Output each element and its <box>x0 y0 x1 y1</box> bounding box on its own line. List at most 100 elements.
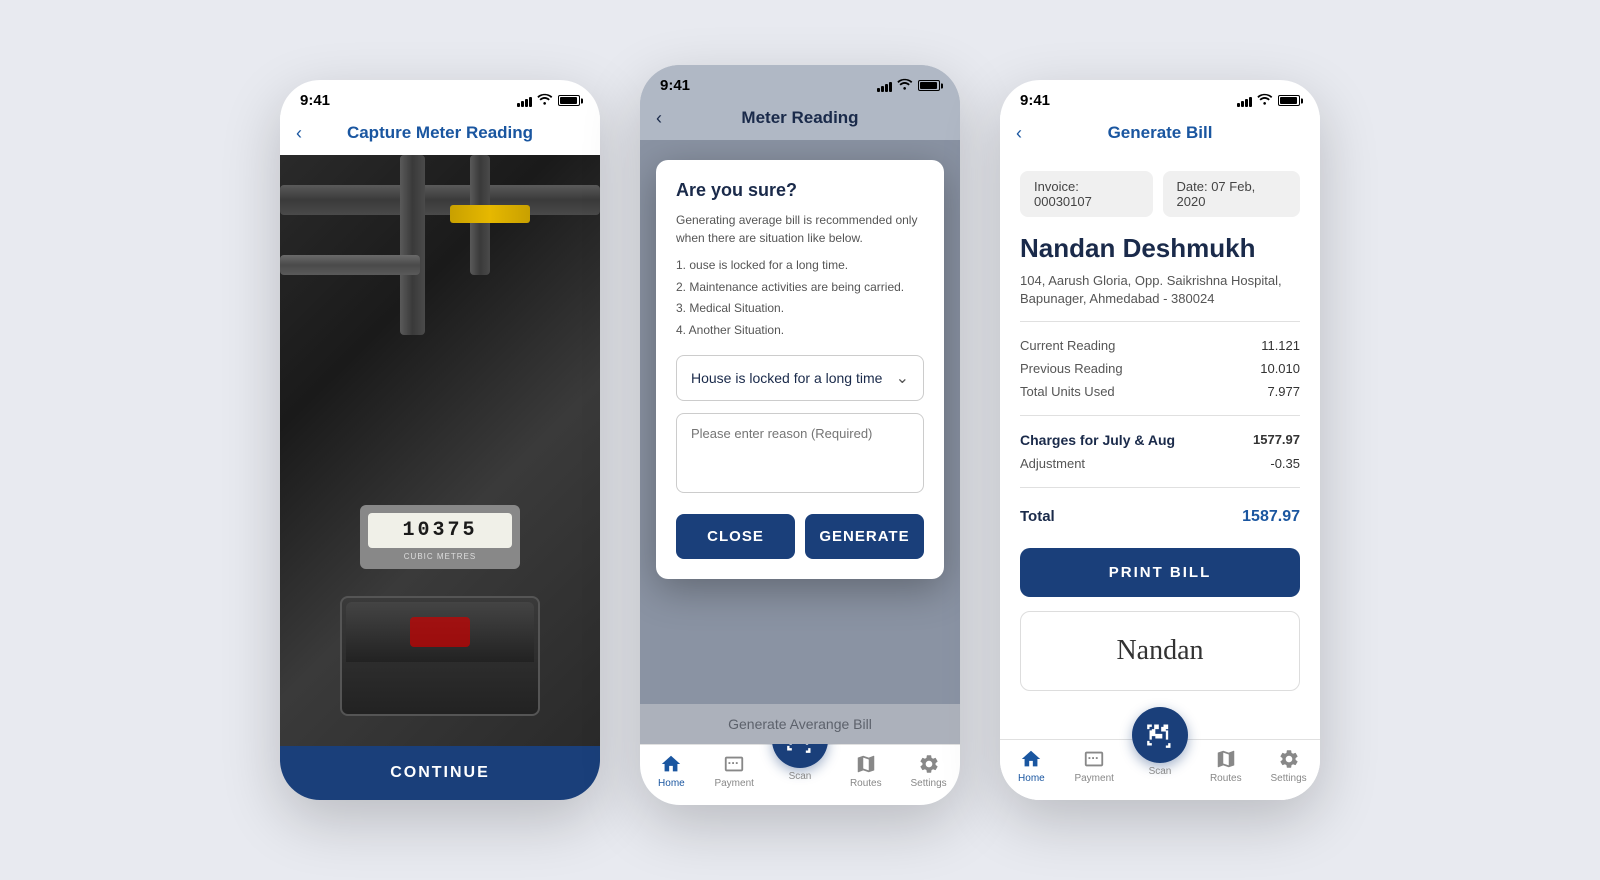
charges-label: Charges for July & Aug <box>1020 432 1175 448</box>
routes-label-3: Routes <box>1210 773 1242 784</box>
scan-qr-icon-3 <box>1146 721 1174 749</box>
divider-2 <box>1020 415 1300 416</box>
nav-item-home-3[interactable]: Home <box>1006 748 1056 784</box>
total-units-row: Total Units Used 7.977 <box>1020 380 1300 403</box>
settings-label-3: Settings <box>1271 773 1307 784</box>
meter-background: 10375 CUBIC METRES <box>280 155 600 746</box>
settings-label-2: Settings <box>911 778 947 789</box>
total-value: 1587.97 <box>1242 508 1300 526</box>
status-time-2: 9:41 <box>660 77 690 94</box>
pipe-mid <box>280 255 420 275</box>
status-icons-1 <box>517 93 580 108</box>
yellow-pipe <box>450 205 530 223</box>
previous-reading-label: Previous Reading <box>1020 361 1123 376</box>
adjustment-value: -0.35 <box>1270 456 1300 471</box>
modal-card: Are you sure? Generating average bill is… <box>656 160 944 579</box>
settings-icon-2 <box>918 753 940 775</box>
chevron-down-icon: ⌄ <box>896 368 909 388</box>
scan-label-3: Scan <box>1149 766 1172 777</box>
wifi-icon-3 <box>1257 93 1273 108</box>
routes-icon-2 <box>855 753 877 775</box>
bill-content: Invoice: 00030107 Date: 07 Feb, 2020 Nan… <box>1000 155 1320 739</box>
back-button-1[interactable]: ‹ <box>296 123 302 144</box>
battery-icon-3 <box>1278 95 1300 106</box>
previous-reading-row: Previous Reading 10.010 <box>1020 357 1300 380</box>
home-icon-2 <box>660 753 682 775</box>
wifi-icon-1 <box>537 93 553 108</box>
bill-customer-name: Nandan Deshmukh <box>1020 233 1300 264</box>
home-label-3: Home <box>1018 773 1045 784</box>
divider-3 <box>1020 487 1300 488</box>
scan-label-2: Scan <box>789 771 812 782</box>
list-item-4: 4. Another Situation. <box>676 320 924 342</box>
payment-icon-3 <box>1083 748 1105 770</box>
meter-body <box>340 596 540 716</box>
battery-icon-2 <box>918 80 940 91</box>
scan-fab-3[interactable] <box>1132 707 1188 763</box>
status-time-3: 9:41 <box>1020 92 1050 109</box>
status-bar-3: 9:41 <box>1000 80 1320 115</box>
nav-item-payment-2[interactable]: Payment <box>709 753 759 789</box>
charges-row: Charges for July & Aug 1577.97 <box>1020 428 1300 452</box>
wifi-icon-2 <box>897 78 913 93</box>
close-button[interactable]: CLOSE <box>676 514 795 559</box>
total-units-label: Total Units Used <box>1020 384 1115 399</box>
modal-title: Are you sure? <box>676 180 924 201</box>
nav-header-2: ‹ Meter Reading <box>640 100 960 140</box>
nav-item-scan-2[interactable]: Scan <box>772 740 828 782</box>
current-reading-row: Current Reading 11.121 <box>1020 334 1300 357</box>
divider-1 <box>1020 321 1300 322</box>
current-reading-label: Current Reading <box>1020 338 1115 353</box>
dropdown-selected-value: House is locked for a long time <box>691 370 882 386</box>
bottom-nav-2: Home Payment Scan Route <box>640 744 960 805</box>
nav-header-1: ‹ Capture Meter Reading <box>280 115 600 155</box>
modal-list: 1. ouse is locked for a long time. 2. Ma… <box>676 255 924 341</box>
current-reading-value: 11.121 <box>1261 338 1300 353</box>
previous-reading-value: 10.010 <box>1260 361 1300 376</box>
list-item-2: 2. Maintenance activities are being carr… <box>676 277 924 299</box>
signal-icon-1 <box>517 95 532 107</box>
nav-item-home-2[interactable]: Home <box>646 753 696 789</box>
back-button-2[interactable]: ‹ <box>656 108 662 129</box>
list-item-1: 1. ouse is locked for a long time. <box>676 255 924 277</box>
back-button-3[interactable]: ‹ <box>1016 123 1022 144</box>
screen1-phone: 9:41 ‹ Capture <box>280 80 600 800</box>
signal-icon-2 <box>877 80 892 92</box>
nav-item-scan-3[interactable]: Scan <box>1132 735 1188 777</box>
status-icons-2 <box>877 78 940 93</box>
status-bar-1: 9:41 <box>280 80 600 115</box>
print-bill-button[interactable]: PRINT BILL <box>1020 548 1300 597</box>
nav-item-payment-3[interactable]: Payment <box>1069 748 1119 784</box>
nav-title-2: Meter Reading <box>741 108 858 128</box>
nav-item-routes-3[interactable]: Routes <box>1201 748 1251 784</box>
signal-icon-3 <box>1237 95 1252 107</box>
screen3-phone: 9:41 ‹ Generat <box>1000 80 1320 800</box>
nav-item-settings-2[interactable]: Settings <box>904 753 954 789</box>
nav-header-3: ‹ Generate Bill <box>1000 115 1320 155</box>
payment-icon-2 <box>723 753 745 775</box>
total-row: Total 1587.97 <box>1020 500 1300 534</box>
nav-item-settings-3[interactable]: Settings <box>1264 748 1314 784</box>
routes-icon-3 <box>1215 748 1237 770</box>
screen2-content: Shyam Gopalkrushna Kuman Generate Averan… <box>640 140 960 744</box>
screen2-phone: 9:41 ‹ Meter R <box>640 65 960 805</box>
total-label: Total <box>1020 508 1055 525</box>
invoice-number: Invoice: 00030107 <box>1020 171 1153 217</box>
continue-button[interactable]: CONTINUE <box>280 746 600 800</box>
settings-icon-3 <box>1278 748 1300 770</box>
nav-title-1: Capture Meter Reading <box>347 123 533 143</box>
meter-display: 10375 <box>368 513 512 548</box>
meter-unit-label: CUBIC METRES <box>368 552 512 561</box>
generate-button[interactable]: GENERATE <box>805 514 924 559</box>
status-time-1: 9:41 <box>300 92 330 109</box>
adjustment-label: Adjustment <box>1020 456 1085 471</box>
bottom-nav-3: Home Payment Scan Route <box>1000 739 1320 800</box>
bill-customer-address: 104, Aarush Gloria, Opp. Saikrishna Hosp… <box>1020 272 1300 308</box>
nav-item-routes-2[interactable]: Routes <box>841 753 891 789</box>
payment-label-3: Payment <box>1074 773 1113 784</box>
list-item-3: 3. Medical Situation. <box>676 298 924 320</box>
pipe-top <box>280 185 600 215</box>
reason-textarea[interactable] <box>676 413 924 493</box>
reason-dropdown[interactable]: House is locked for a long time ⌄ <box>676 355 924 401</box>
signature-box: Nandan <box>1020 611 1300 691</box>
